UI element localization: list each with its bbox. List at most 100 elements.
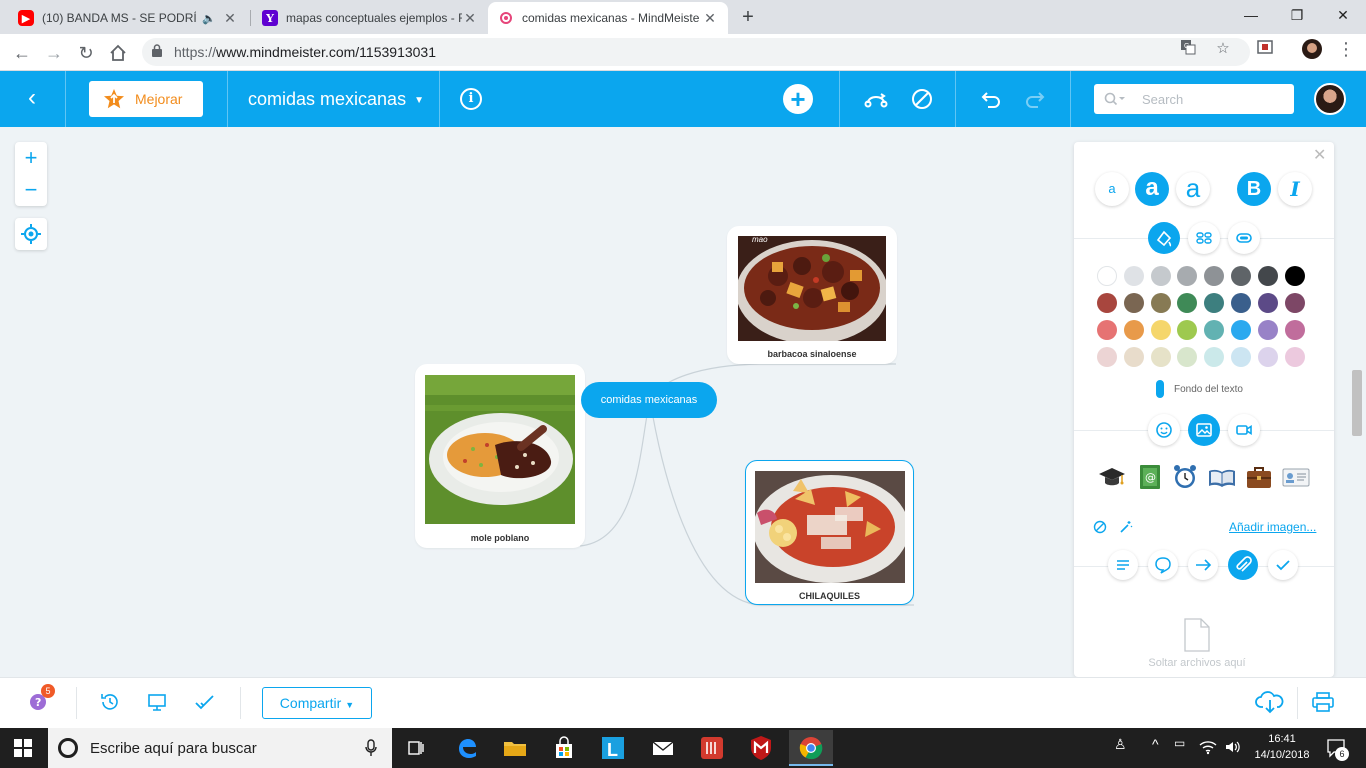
svg-text:?: ? (35, 696, 41, 709)
briefcase-icon[interactable] (1244, 462, 1274, 492)
color-swatch[interactable] (1123, 266, 1144, 286)
shape-tab[interactable] (1228, 222, 1260, 254)
taskbar-clock[interactable]: 16:41 14/10/2018 (1252, 731, 1312, 763)
color-swatch[interactable] (1150, 347, 1171, 367)
image-tab[interactable] (1188, 414, 1220, 446)
font-size-medium-button[interactable]: a (1135, 172, 1169, 206)
battery-icon[interactable]: ▭ (1174, 736, 1185, 750)
add-image-link[interactable]: Añadir imagen... (1229, 520, 1316, 534)
link-tab[interactable] (1188, 550, 1218, 580)
color-swatch[interactable] (1257, 266, 1278, 286)
color-swatch[interactable] (1231, 320, 1251, 340)
print-icon[interactable] (1311, 690, 1335, 714)
history-icon[interactable] (99, 691, 121, 713)
italic-button[interactable]: I (1278, 172, 1312, 206)
color-swatch[interactable] (1097, 347, 1117, 367)
volume-icon[interactable] (1224, 740, 1242, 754)
comment-bubble-icon (1155, 557, 1171, 574)
taskbar-search-input[interactable]: Escribe aquí para buscar (48, 728, 392, 768)
color-swatch[interactable] (1123, 347, 1144, 367)
topic-node-barbacoa[interactable]: mao barbacoa sinaloense (727, 226, 897, 364)
store-icon[interactable] (548, 732, 580, 764)
topic-node-mole[interactable]: mole poblano (415, 364, 585, 548)
email-book-icon[interactable]: @ (1135, 462, 1165, 492)
lync-l-icon[interactable]: L (597, 732, 629, 764)
color-swatch[interactable] (1231, 266, 1251, 286)
color-swatch[interactable] (1284, 347, 1305, 367)
file-explorer-icon[interactable] (499, 732, 531, 764)
tray-chevron-icon[interactable]: ^ (1152, 736, 1159, 752)
text-background-label: Fondo del texto (1174, 384, 1243, 395)
wifi-icon[interactable] (1199, 739, 1217, 755)
color-swatch[interactable] (1150, 266, 1171, 286)
bold-button[interactable]: B (1237, 172, 1271, 206)
mcafee-icon[interactable] (745, 732, 777, 764)
share-button[interactable]: Compartir ▼ (262, 687, 372, 719)
color-swatch[interactable] (1231, 347, 1251, 367)
task-check-icon[interactable] (193, 691, 217, 713)
zoom-in-button[interactable]: + (15, 142, 47, 174)
color-swatch[interactable] (1284, 266, 1305, 286)
file-drop-icon (1184, 618, 1210, 652)
mail-icon[interactable] (647, 732, 679, 764)
notes-tab[interactable] (1108, 550, 1138, 580)
windows-start-icon[interactable] (14, 739, 32, 757)
chrome-taskbar-button[interactable] (789, 730, 833, 766)
graduation-cap-icon[interactable] (1097, 462, 1127, 492)
color-swatch[interactable] (1097, 266, 1117, 286)
color-swatch[interactable] (1231, 293, 1251, 313)
font-size-small-button[interactable]: a (1095, 172, 1129, 206)
color-swatch[interactable] (1284, 293, 1305, 313)
border-style-tab[interactable] (1188, 222, 1220, 254)
color-swatch[interactable] (1150, 320, 1171, 340)
bold-label: B (1246, 178, 1262, 200)
page-scrollbar[interactable] (1352, 370, 1362, 436)
topic-node-chilaquiles[interactable]: CHILAQUILES (745, 460, 914, 605)
alarm-clock-icon[interactable] (1170, 462, 1200, 492)
caret-down-icon: ▼ (345, 700, 355, 710)
color-swatch[interactable] (1284, 320, 1305, 340)
emoji-tab[interactable] (1148, 414, 1180, 446)
color-swatch[interactable] (1123, 293, 1144, 313)
rounded-box-icon (1236, 233, 1252, 243)
root-topic[interactable]: comidas mexicanas (581, 382, 717, 418)
bottom-divider (240, 687, 241, 719)
color-swatch[interactable] (1150, 293, 1171, 313)
text-background-toggle[interactable] (1156, 380, 1164, 398)
color-swatch[interactable] (1097, 293, 1117, 313)
edge-browser-icon[interactable] (451, 732, 483, 764)
target-icon (21, 224, 41, 244)
fill-color-tab[interactable] (1148, 222, 1180, 254)
tasks-tab[interactable] (1268, 550, 1298, 580)
id-card-icon[interactable] (1281, 462, 1311, 492)
cloud-download-icon[interactable] (1255, 689, 1285, 715)
zoom-out-button[interactable]: − (15, 174, 47, 206)
bottom-divider (1297, 687, 1298, 719)
people-icon[interactable]: ♙ (1114, 736, 1127, 753)
attachments-tab[interactable] (1228, 550, 1258, 580)
font-size-large-button[interactable]: a (1176, 172, 1210, 206)
office-app-icon[interactable] (696, 732, 728, 764)
node-caption: CHILAQUILES (798, 591, 860, 601)
microphone-icon[interactable] (364, 739, 378, 757)
task-view-icon[interactable] (400, 732, 432, 764)
presentation-icon[interactable] (146, 691, 168, 713)
clock-time: 16:41 (1268, 733, 1296, 745)
clock-date: 14/10/2018 (1254, 749, 1310, 761)
color-swatch[interactable] (1097, 320, 1117, 340)
color-swatch[interactable] (1257, 320, 1278, 340)
bottom-divider (76, 687, 77, 719)
svg-text:@: @ (1145, 471, 1156, 484)
color-swatch[interactable] (1257, 293, 1278, 313)
remove-image-icon[interactable] (1093, 520, 1107, 534)
cortana-icon (58, 738, 78, 758)
color-swatch[interactable] (1257, 347, 1278, 367)
close-panel-icon[interactable]: ✕ (1313, 148, 1326, 164)
color-swatch[interactable] (1123, 320, 1144, 340)
open-book-icon[interactable] (1207, 462, 1237, 492)
smiley-icon (1156, 422, 1172, 438)
video-tab[interactable] (1228, 414, 1260, 446)
magic-wand-icon[interactable] (1119, 520, 1133, 534)
center-map-button[interactable] (15, 218, 47, 250)
comments-tab[interactable] (1148, 550, 1178, 580)
